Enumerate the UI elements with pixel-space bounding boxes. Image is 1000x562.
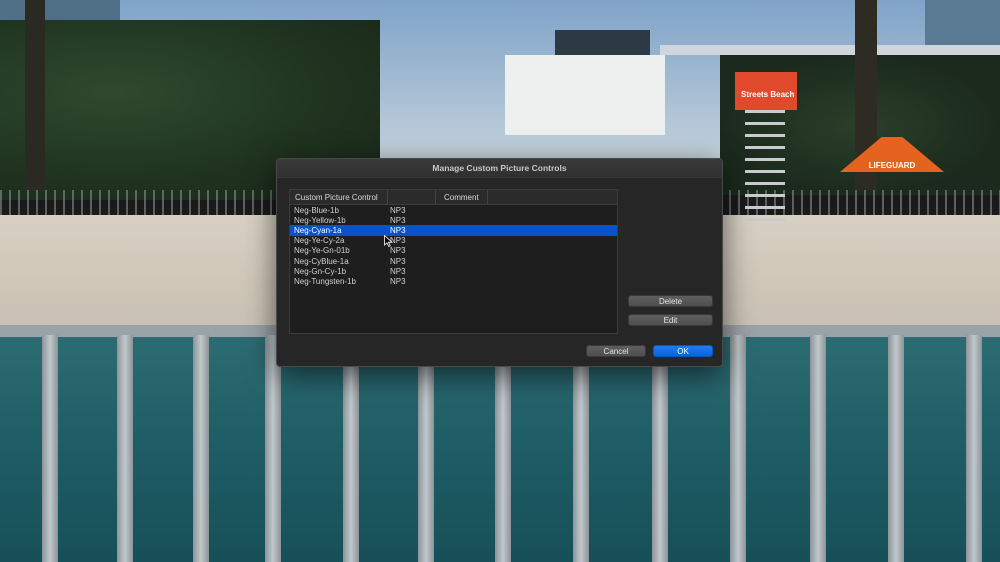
list-body: Neg-Blue-1b NP3 Neg-Yellow-1b NP3 Neg-Cyan-1… [290,205,617,287]
picture-control-type: NP3 [390,205,406,215]
picture-control-type: NP3 [390,225,406,235]
delete-button[interactable]: Delete [628,295,713,307]
building [925,0,1000,50]
list-item[interactable]: Neg-Ye-Gn-01b NP3 [290,246,617,256]
palm-tree [25,0,45,190]
picture-control-type: NP3 [390,246,406,256]
fence-bar [810,335,826,562]
dialog-title: Manage Custom Picture Controls [277,159,722,178]
picture-control-type: NP3 [390,215,406,225]
picture-control-type: NP3 [390,256,406,266]
cancel-button[interactable]: Cancel [586,345,646,357]
column-header-name[interactable]: Custom Picture Control [290,190,388,204]
mouse-cursor-icon [384,235,393,247]
fence-bar [730,335,746,562]
edit-button[interactable]: Edit [628,314,713,326]
canopy [660,45,1000,55]
fence-bar [117,335,133,562]
column-header-type[interactable] [388,190,436,204]
picture-control-type: NP3 [390,266,406,276]
list-item[interactable]: Neg-Gn-Cy-1b NP3 [290,266,617,276]
fence-bar [42,335,58,562]
fence-bar [888,335,904,562]
picture-control-name: Neg-Blue-1b [294,205,339,215]
picture-control-name: Neg-Tungsten-1b [294,276,356,286]
lifeguard-tower [745,110,785,230]
picture-control-name: Neg-Ye-Gn-01b [294,246,350,256]
picture-control-type: NP3 [390,276,406,286]
ok-button[interactable]: OK [653,345,713,357]
list-item[interactable]: Neg-Cyan-1a NP3 [290,225,617,236]
fence-bar [966,335,982,562]
list-item[interactable]: Neg-Tungsten-1b NP3 [290,276,617,286]
picture-control-name: Neg-Gn-Cy-1b [294,266,347,276]
picture-control-name: Neg-Yellow-1b [294,215,346,225]
manage-picture-controls-dialog: Manage Custom Picture Controls Custom Pi… [276,158,723,367]
picture-control-name: Neg-Cyan-1a [294,225,342,235]
tent-label: LIFEGUARD [868,161,916,170]
picture-control-name: Neg-CyBlue-1a [294,256,349,266]
picture-control-list[interactable]: Custom Picture Control Comment Neg-Blue-… [289,189,618,334]
list-header: Custom Picture Control Comment [290,190,617,205]
fence-bar [265,335,281,562]
picture-control-type: NP3 [390,236,406,246]
list-item[interactable]: Neg-Yellow-1b NP3 [290,215,617,225]
lifeguard-tower-sign: Streets Beach [735,72,797,110]
picture-control-name: Neg-Ye-Cy-2a [294,236,345,246]
list-item[interactable]: Neg-Blue-1b NP3 [290,205,617,215]
list-item[interactable]: Neg-CyBlue-1a NP3 [290,256,617,266]
building [505,55,665,135]
fence-bar [652,335,668,562]
tower-sign-text: Streets Beach [741,90,795,99]
fence-bar [193,335,209,562]
column-header-comment[interactable]: Comment [436,190,488,204]
fence-bar [573,335,589,562]
fence-bar [343,335,359,562]
fence-bar [495,335,511,562]
list-item[interactable]: Neg-Ye-Cy-2a NP3 [290,236,617,246]
fence-bar [418,335,434,562]
